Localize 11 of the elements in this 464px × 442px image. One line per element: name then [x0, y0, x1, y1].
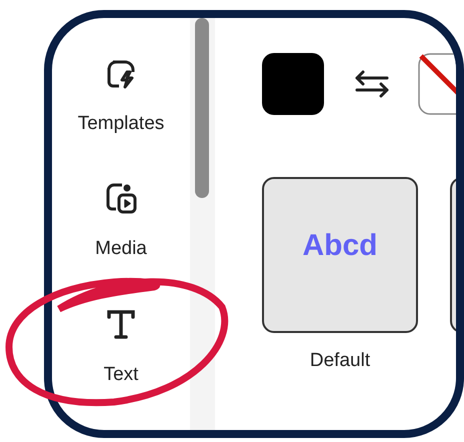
style-label: Default: [310, 349, 370, 373]
templates-icon: [104, 58, 137, 90]
scrollbar-thumb[interactable]: [195, 18, 209, 198]
media-icon: [104, 181, 138, 216]
text-style-card[interactable]: Abcd: [262, 177, 418, 333]
swap-icon[interactable]: [354, 70, 390, 98]
sidebar-item[interactable]: Media: [95, 179, 147, 305]
fill-swatch[interactable]: [262, 53, 324, 115]
sidebar-item[interactable]: Text: [104, 304, 138, 430]
style-preview: Abcd: [302, 228, 378, 264]
sidebar-item[interactable]: Templates: [78, 54, 164, 180]
